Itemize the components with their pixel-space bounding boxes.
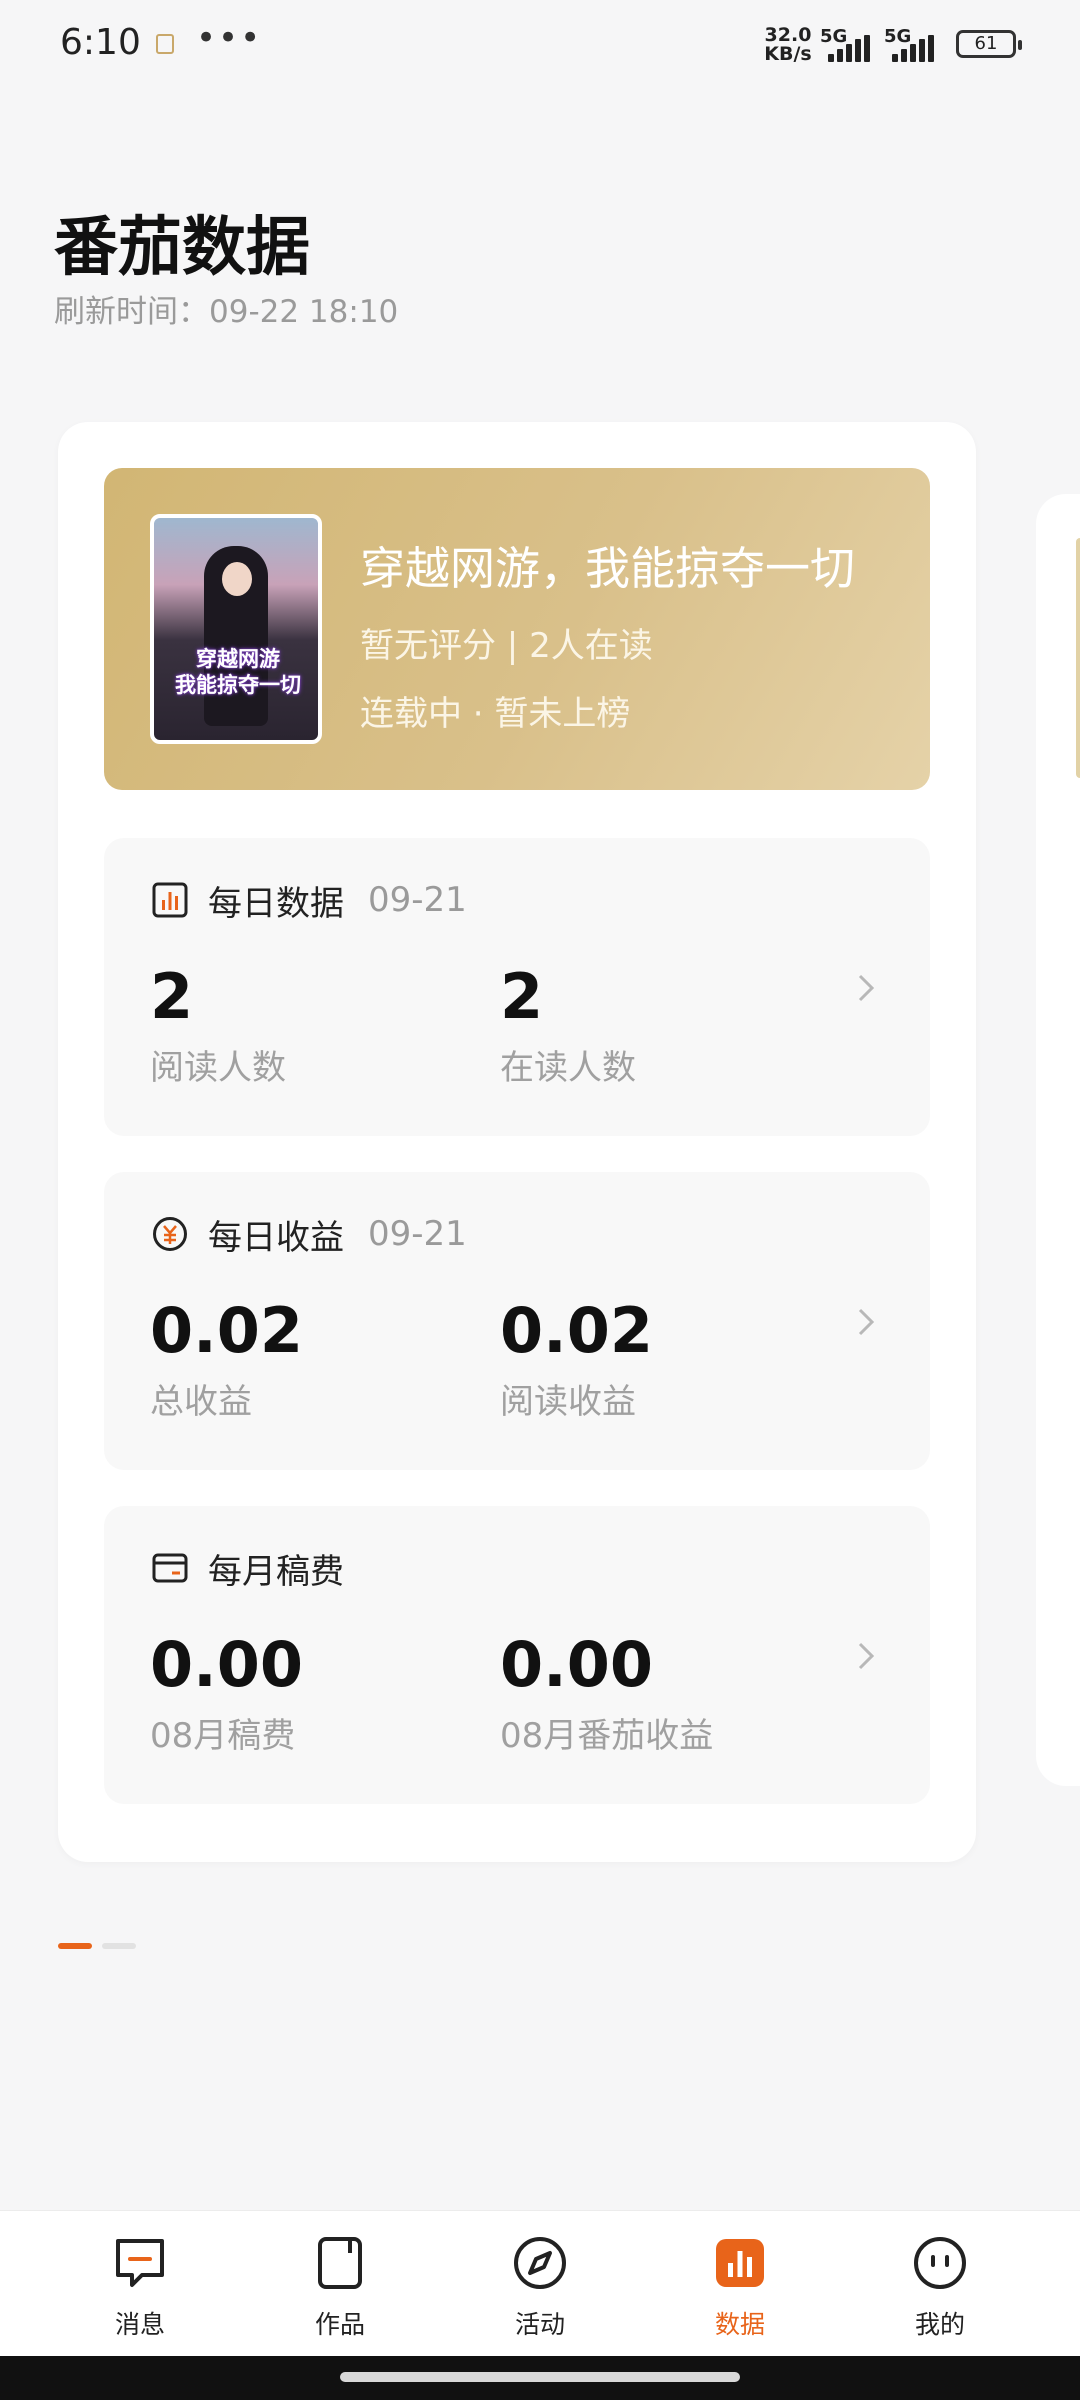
reading-income-label: 阅读收益 xyxy=(500,1382,636,1422)
battery-icon: 61 xyxy=(956,30,1022,58)
section-title: 每日收益 xyxy=(208,1217,344,1258)
signal-icon: 5G xyxy=(820,26,888,62)
reading-now-label: 在读人数 xyxy=(500,1048,636,1088)
message-icon xyxy=(116,2239,164,2287)
nav-label: 消息 xyxy=(114,2310,165,2339)
home-indicator[interactable] xyxy=(340,2372,740,2382)
next-card-peek[interactable] xyxy=(1036,494,1080,1786)
reading-income-value: 0.02 xyxy=(500,1294,653,1367)
cover-title-art: 穿越网游 我能掠夺一切 xyxy=(175,647,301,697)
book-meta: 暂无评分 | 2人在读 xyxy=(360,626,653,666)
works-icon xyxy=(318,2237,362,2289)
network-speed: 32.0 KB/s xyxy=(764,24,812,65)
page-dot xyxy=(102,1943,136,1949)
banner-stripe xyxy=(1076,538,1080,778)
wallet-card-icon xyxy=(152,1553,188,1583)
total-income-value: 0.02 xyxy=(150,1294,303,1367)
book-title: 穿越网游，我能掠夺一切 xyxy=(360,542,856,595)
readers-value: 2 xyxy=(150,960,194,1033)
readers-label: 阅读人数 xyxy=(150,1048,286,1088)
nav-label: 活动 xyxy=(514,2310,565,2339)
chevron-right-icon xyxy=(858,974,875,1002)
status-bar: 6:10 ••• 32.0 KB/s 5G 5G 61 xyxy=(0,0,1080,92)
daily-income-card[interactable]: 每日收益 09-21 0.02 总收益 0.02 阅读收益 xyxy=(104,1172,930,1470)
signal-icon: 5G xyxy=(884,26,952,62)
nav-label: 数据 xyxy=(714,2310,765,2339)
yuan-coin-icon xyxy=(153,1217,187,1251)
monthly-tomato-income-value: 0.00 xyxy=(500,1628,653,1701)
bar-chart-icon xyxy=(152,882,188,918)
section-date: 09-21 xyxy=(368,1214,467,1254)
page-indicator xyxy=(58,1943,136,1949)
total-income-label: 总收益 xyxy=(150,1382,252,1422)
battery-level: 61 xyxy=(974,33,998,54)
daily-data-card[interactable]: 每日数据 09-21 2 阅读人数 2 在读人数 xyxy=(104,838,930,1136)
chevron-right-icon xyxy=(858,1642,875,1670)
nav-item-messages[interactable]: 消息 xyxy=(40,2211,240,2357)
page-dot-active xyxy=(58,1943,92,1949)
page-title: 番茄数据 xyxy=(54,210,310,285)
nav-label: 作品 xyxy=(314,2310,365,2339)
section-title: 每月稿费 xyxy=(208,1551,344,1592)
cover-face xyxy=(222,562,252,596)
more-dots-icon: ••• xyxy=(196,18,263,58)
nav-label: 我的 xyxy=(914,2310,965,2339)
chart-icon xyxy=(716,2239,764,2287)
bottom-nav: 消息 作品 活动 数据 我的 xyxy=(0,2210,1080,2356)
monthly-fee-value: 0.00 xyxy=(150,1628,303,1701)
section-date: 09-21 xyxy=(368,880,467,920)
book-data-card: 穿越网游 我能掠夺一切 穿越网游，我能掠夺一切 暂无评分 | 2人在读 连载中 … xyxy=(58,422,976,1862)
status-time: 6:10 xyxy=(60,22,141,63)
notification-icon xyxy=(156,34,174,54)
nav-item-profile[interactable]: 我的 xyxy=(840,2211,1040,2357)
daily-data-header: 每日数据 09-21 xyxy=(152,878,467,924)
section-title: 每日数据 xyxy=(208,883,344,924)
monthly-fee-card[interactable]: 每月稿费 0.00 08月稿费 0.00 08月番茄收益 xyxy=(104,1506,930,1804)
nav-item-works[interactable]: 作品 xyxy=(240,2211,440,2357)
reading-now-value: 2 xyxy=(500,960,544,1033)
refresh-time: 刷新时间：09-22 18:10 xyxy=(54,294,399,330)
book-status: 连载中 · 暂未上榜 xyxy=(360,694,631,734)
book-cover-image: 穿越网游 我能掠夺一切 xyxy=(150,514,322,744)
chevron-right-icon xyxy=(858,1308,875,1336)
compass-icon xyxy=(514,2237,566,2289)
monthly-fee-label: 08月稿费 xyxy=(150,1716,296,1756)
daily-income-header: 每日收益 09-21 xyxy=(152,1212,467,1258)
profile-icon xyxy=(914,2237,966,2289)
monthly-fee-header: 每月稿费 xyxy=(152,1546,344,1592)
nav-item-data[interactable]: 数据 xyxy=(640,2211,840,2357)
monthly-tomato-income-label: 08月番茄收益 xyxy=(500,1716,714,1756)
nav-item-activities[interactable]: 活动 xyxy=(440,2211,640,2357)
book-banner[interactable]: 穿越网游 我能掠夺一切 穿越网游，我能掠夺一切 暂无评分 | 2人在读 连载中 … xyxy=(104,468,930,790)
